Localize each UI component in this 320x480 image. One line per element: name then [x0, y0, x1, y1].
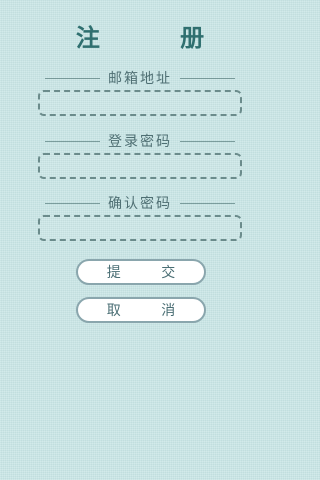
- confirm-section-label: 确认密码: [45, 194, 235, 212]
- submit-button[interactable]: 提 交: [76, 259, 206, 285]
- divider-line: [45, 77, 100, 79]
- password-section-label: 登录密码: [45, 132, 235, 150]
- divider-line: [180, 140, 235, 142]
- confirm-password-input[interactable]: [38, 215, 242, 241]
- page-title: 注 册: [75, 23, 241, 52]
- confirm-label: 确认密码: [108, 196, 172, 212]
- password-input[interactable]: [38, 153, 242, 179]
- password-label: 登录密码: [108, 134, 172, 150]
- divider-line: [180, 77, 235, 79]
- divider-line: [45, 202, 100, 204]
- cancel-button[interactable]: 取 消: [76, 297, 206, 323]
- email-section-label: 邮箱地址: [45, 69, 235, 87]
- email-label: 邮箱地址: [108, 71, 172, 87]
- divider-line: [45, 140, 100, 142]
- divider-line: [180, 202, 235, 204]
- email-input[interactable]: [38, 90, 242, 116]
